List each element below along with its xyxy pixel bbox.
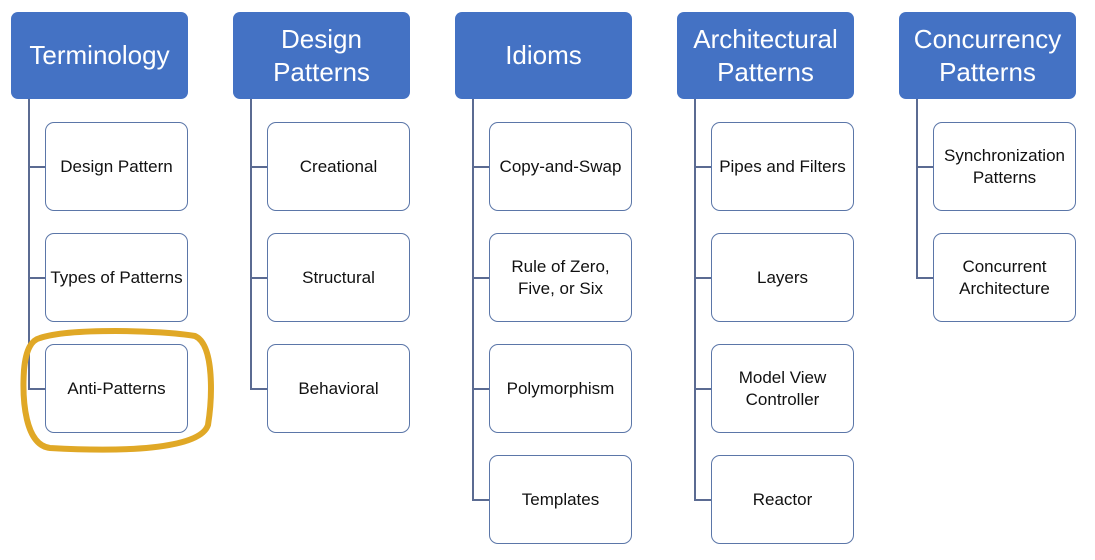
connector-line bbox=[472, 166, 489, 168]
connector-line bbox=[472, 388, 489, 390]
connector-line bbox=[916, 99, 918, 277]
child-node: Model View Controller bbox=[711, 344, 854, 433]
connector-line bbox=[28, 388, 45, 390]
connector-line bbox=[694, 166, 711, 168]
child-node: Types of Patterns bbox=[45, 233, 188, 322]
connector-line bbox=[28, 99, 30, 388]
column-header: Concurrency Patterns bbox=[899, 12, 1076, 99]
child-node: Design Pattern bbox=[45, 122, 188, 211]
connector-line bbox=[250, 388, 267, 390]
child-node: Creational bbox=[267, 122, 410, 211]
connector-line bbox=[694, 99, 696, 499]
column-header: Architectural Patterns bbox=[677, 12, 854, 99]
child-node: Structural bbox=[267, 233, 410, 322]
child-node: Copy-and-Swap bbox=[489, 122, 632, 211]
connector-line bbox=[694, 388, 711, 390]
connector-line bbox=[916, 166, 933, 168]
child-node: Reactor bbox=[711, 455, 854, 544]
child-node: Layers bbox=[711, 233, 854, 322]
child-node: Concurrent Architecture bbox=[933, 233, 1076, 322]
connector-line bbox=[250, 166, 267, 168]
child-node: Behavioral bbox=[267, 344, 410, 433]
column-header: Design Patterns bbox=[233, 12, 410, 99]
child-node: Anti-Patterns bbox=[45, 344, 188, 433]
connector-line bbox=[694, 277, 711, 279]
connector-line bbox=[250, 99, 252, 388]
column-header: Terminology bbox=[11, 12, 188, 99]
connector-line bbox=[472, 499, 489, 501]
child-node: Templates bbox=[489, 455, 632, 544]
connector-line bbox=[916, 277, 933, 279]
column-header: Idioms bbox=[455, 12, 632, 99]
child-node: Pipes and Filters bbox=[711, 122, 854, 211]
child-node: Rule of Zero, Five, or Six bbox=[489, 233, 632, 322]
connector-line bbox=[28, 166, 45, 168]
connector-line bbox=[472, 277, 489, 279]
connector-line bbox=[28, 277, 45, 279]
child-node: Polymorphism bbox=[489, 344, 632, 433]
connector-line bbox=[694, 499, 711, 501]
connector-line bbox=[472, 99, 474, 499]
child-node: Synchronization Patterns bbox=[933, 122, 1076, 211]
connector-line bbox=[250, 277, 267, 279]
